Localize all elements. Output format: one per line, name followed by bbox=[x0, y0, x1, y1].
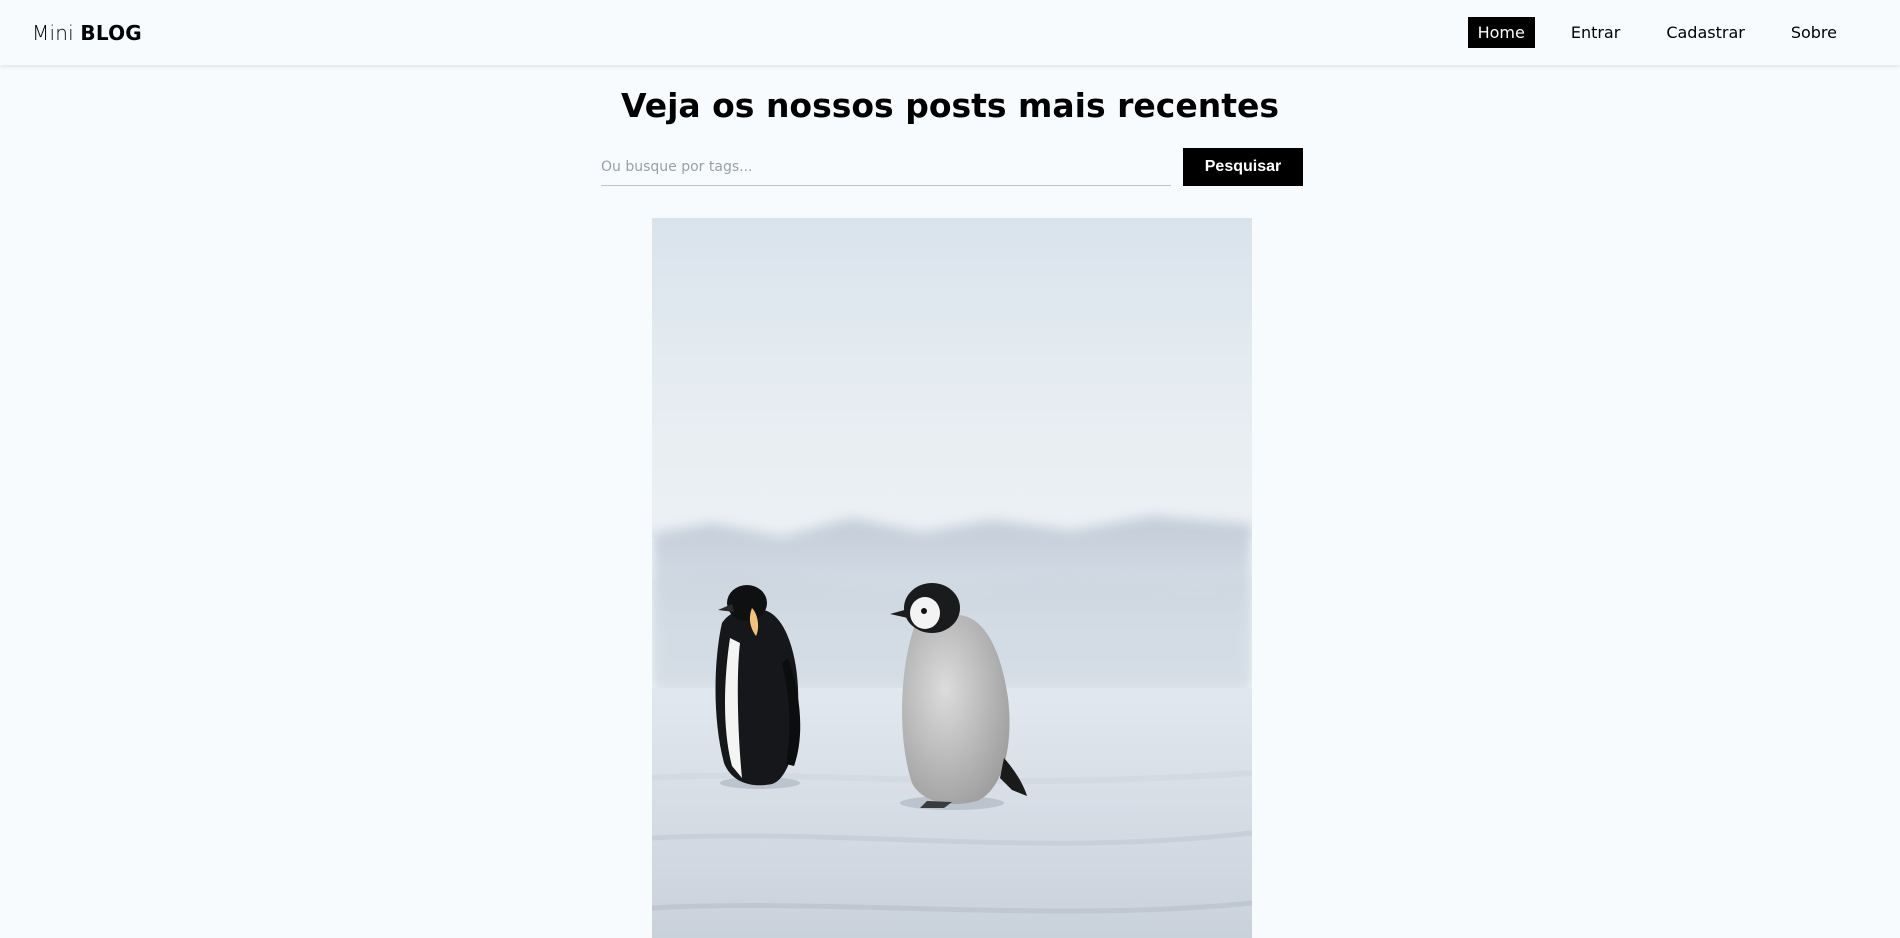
brand-logo[interactable]: Mini BLOG bbox=[32, 21, 142, 45]
page-title: Veja os nossos posts mais recentes bbox=[620, 86, 1280, 125]
brand-bold-text: BLOG bbox=[80, 20, 142, 45]
nav-link-entrar[interactable]: Entrar bbox=[1561, 17, 1630, 48]
nav-link-home[interactable]: Home bbox=[1467, 17, 1535, 48]
penguins-photo bbox=[652, 218, 1252, 938]
nav-links: Home Entrar Cadastrar Sobre bbox=[1467, 17, 1847, 48]
search-input[interactable] bbox=[601, 148, 1171, 186]
search-form: Pesquisar bbox=[601, 148, 1303, 186]
brand-light-text: Mini bbox=[32, 20, 74, 45]
search-button[interactable]: Pesquisar bbox=[1183, 148, 1303, 186]
nav-link-cadastrar[interactable]: Cadastrar bbox=[1656, 17, 1755, 48]
nav-link-sobre[interactable]: Sobre bbox=[1781, 17, 1847, 48]
navbar: Mini BLOG Home Entrar Cadastrar Sobre bbox=[0, 0, 1900, 65]
post-image bbox=[652, 218, 1252, 938]
